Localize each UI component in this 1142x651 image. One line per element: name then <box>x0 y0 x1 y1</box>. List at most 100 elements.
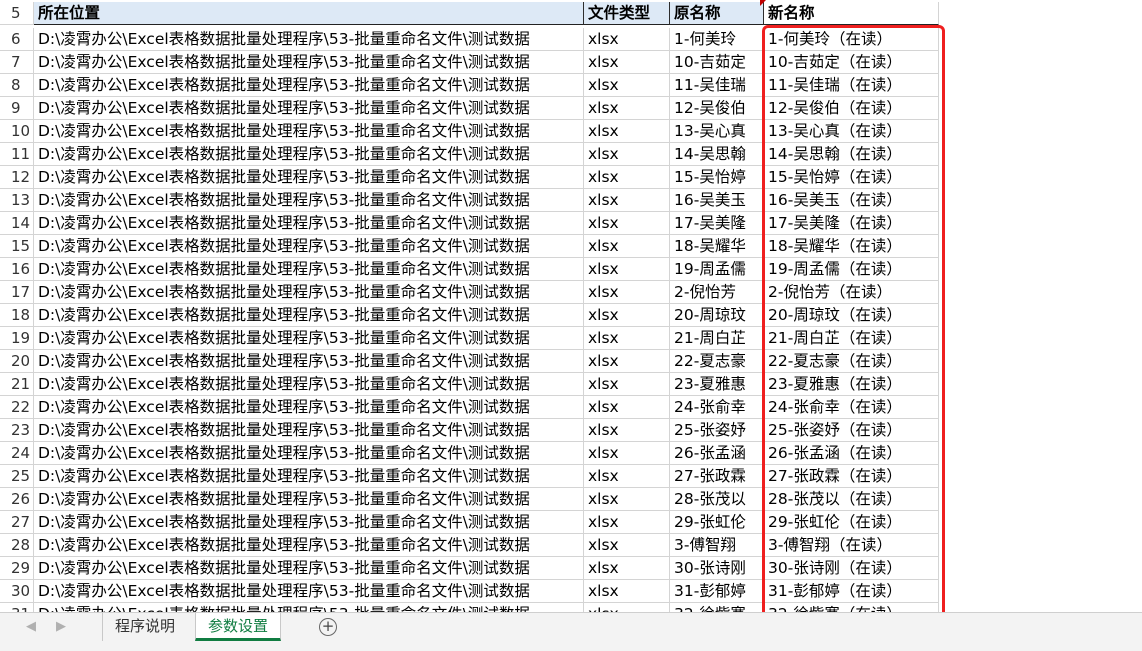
new-name-cell[interactable]: 32-徐紫寨（在读） <box>764 603 939 612</box>
new-name-cell[interactable]: 23-夏雅惠（在读） <box>764 373 939 396</box>
file-type-cell[interactable]: xlsx <box>584 143 670 166</box>
row-header[interactable]: 6 <box>0 28 34 51</box>
new-name-cell[interactable]: 1-何美玲（在读） <box>764 28 939 51</box>
original-name-cell[interactable]: 13-吴心真 <box>670 120 764 143</box>
location-cell[interactable]: D:\凌霄办公\Excel表格数据批量处理程序\53-批量重命名文件\测试数据 <box>34 74 584 97</box>
original-name-cell[interactable]: 28-张茂以 <box>670 488 764 511</box>
chevron-left-icon[interactable]: ◀ <box>26 619 36 634</box>
new-name-cell[interactable]: 10-吉茹定（在读） <box>764 51 939 74</box>
file-type-cell[interactable]: xlsx <box>584 603 670 612</box>
row-header[interactable]: 26 <box>0 488 34 511</box>
file-type-cell[interactable]: xlsx <box>584 235 670 258</box>
row-header[interactable]: 23 <box>0 419 34 442</box>
row-header[interactable]: 17 <box>0 281 34 304</box>
row-header[interactable]: 24 <box>0 442 34 465</box>
new-name-cell[interactable]: 27-张政霖（在读） <box>764 465 939 488</box>
location-cell[interactable]: D:\凌霄办公\Excel表格数据批量处理程序\53-批量重命名文件\测试数据 <box>34 511 584 534</box>
new-name-cell[interactable]: 19-周孟儒（在读） <box>764 258 939 281</box>
row-header[interactable]: 10 <box>0 120 34 143</box>
new-name-cell[interactable]: 22-夏志豪（在读） <box>764 350 939 373</box>
row-header[interactable]: 5 <box>0 2 34 25</box>
location-cell[interactable]: D:\凌霄办公\Excel表格数据批量处理程序\53-批量重命名文件\测试数据 <box>34 304 584 327</box>
original-name-cell[interactable]: 27-张政霖 <box>670 465 764 488</box>
original-name-cell[interactable]: 1-何美玲 <box>670 28 764 51</box>
file-type-cell[interactable]: xlsx <box>584 212 670 235</box>
location-cell[interactable]: D:\凌霄办公\Excel表格数据批量处理程序\53-批量重命名文件\测试数据 <box>34 465 584 488</box>
file-type-cell[interactable]: xlsx <box>584 350 670 373</box>
original-name-cell[interactable]: 14-吴思翰 <box>670 143 764 166</box>
file-type-cell[interactable]: xlsx <box>584 557 670 580</box>
new-name-cell[interactable]: 30-张诗刚（在读） <box>764 557 939 580</box>
row-header[interactable]: 13 <box>0 189 34 212</box>
new-name-cell[interactable]: 2-倪怡芳（在读） <box>764 281 939 304</box>
location-cell[interactable]: D:\凌霄办公\Excel表格数据批量处理程序\53-批量重命名文件\测试数据 <box>34 373 584 396</box>
file-type-cell[interactable]: xlsx <box>584 189 670 212</box>
original-name-cell[interactable]: 12-吴俊伯 <box>670 97 764 120</box>
row-header[interactable]: 19 <box>0 327 34 350</box>
file-type-cell[interactable]: xlsx <box>584 488 670 511</box>
new-name-cell[interactable]: 14-吴思翰（在读） <box>764 143 939 166</box>
original-name-cell[interactable]: 15-吴怡婷 <box>670 166 764 189</box>
new-name-cell[interactable]: 24-张俞幸（在读） <box>764 396 939 419</box>
tab-program-description[interactable]: 程序说明 <box>102 613 187 641</box>
file-type-cell[interactable]: xlsx <box>584 120 670 143</box>
new-name-cell[interactable]: 13-吴心真（在读） <box>764 120 939 143</box>
new-name-cell[interactable]: 18-吴耀华（在读） <box>764 235 939 258</box>
spreadsheet-grid[interactable]: 5 所在位置 文件类型 原名称 新名称 6 D:\凌霄办公\Excel表格数据批量… <box>0 0 1142 612</box>
row-header[interactable]: 8 <box>0 74 34 97</box>
row-header[interactable]: 7 <box>0 51 34 74</box>
row-header[interactable]: 16 <box>0 258 34 281</box>
file-type-cell[interactable]: xlsx <box>584 442 670 465</box>
location-cell[interactable]: D:\凌霄办公\Excel表格数据批量处理程序\53-批量重命名文件\测试数据 <box>34 281 584 304</box>
file-type-cell[interactable]: xlsx <box>584 419 670 442</box>
original-name-cell[interactable]: 3-傅智翔 <box>670 534 764 557</box>
file-type-cell[interactable]: xlsx <box>584 74 670 97</box>
location-cell[interactable]: D:\凌霄办公\Excel表格数据批量处理程序\53-批量重命名文件\测试数据 <box>34 212 584 235</box>
new-name-cell[interactable]: 29-张虹伦（在读） <box>764 511 939 534</box>
original-name-cell[interactable]: 22-夏志豪 <box>670 350 764 373</box>
original-name-cell[interactable]: 11-吴佳瑞 <box>670 74 764 97</box>
location-cell[interactable]: D:\凌霄办公\Excel表格数据批量处理程序\53-批量重命名文件\测试数据 <box>34 488 584 511</box>
file-type-cell[interactable]: xlsx <box>584 327 670 350</box>
row-header[interactable]: 30 <box>0 580 34 603</box>
original-name-cell[interactable]: 23-夏雅惠 <box>670 373 764 396</box>
location-cell[interactable]: D:\凌霄办公\Excel表格数据批量处理程序\53-批量重命名文件\测试数据 <box>34 166 584 189</box>
original-name-cell[interactable]: 18-吴耀华 <box>670 235 764 258</box>
row-header[interactable]: 25 <box>0 465 34 488</box>
location-cell[interactable]: D:\凌霄办公\Excel表格数据批量处理程序\53-批量重命名文件\测试数据 <box>34 28 584 51</box>
new-name-cell[interactable]: 3-傅智翔（在读） <box>764 534 939 557</box>
file-type-cell[interactable]: xlsx <box>584 511 670 534</box>
location-cell[interactable]: D:\凌霄办公\Excel表格数据批量处理程序\53-批量重命名文件\测试数据 <box>34 51 584 74</box>
original-name-cell[interactable]: 10-吉茹定 <box>670 51 764 74</box>
row-header[interactable]: 31 <box>0 603 34 612</box>
location-cell[interactable]: D:\凌霄办公\Excel表格数据批量处理程序\53-批量重命名文件\测试数据 <box>34 143 584 166</box>
original-name-cell[interactable]: 17-吴美隆 <box>670 212 764 235</box>
row-header[interactable]: 27 <box>0 511 34 534</box>
location-cell[interactable]: D:\凌霄办公\Excel表格数据批量处理程序\53-批量重命名文件\测试数据 <box>34 97 584 120</box>
add-sheet-icon[interactable]: + <box>319 618 337 636</box>
row-header[interactable]: 15 <box>0 235 34 258</box>
new-name-cell[interactable]: 12-吴俊伯（在读） <box>764 97 939 120</box>
new-name-cell[interactable]: 21-周白芷（在读） <box>764 327 939 350</box>
file-type-cell[interactable]: xlsx <box>584 281 670 304</box>
new-name-cell[interactable]: 16-吴美玉（在读） <box>764 189 939 212</box>
original-name-cell[interactable]: 20-周琼玟 <box>670 304 764 327</box>
new-name-cell[interactable]: 15-吴怡婷（在读） <box>764 166 939 189</box>
file-type-cell[interactable]: xlsx <box>584 465 670 488</box>
file-type-cell[interactable]: xlsx <box>584 51 670 74</box>
location-cell[interactable]: D:\凌霄办公\Excel表格数据批量处理程序\53-批量重命名文件\测试数据 <box>34 419 584 442</box>
header-new-name[interactable]: 新名称 <box>764 2 939 25</box>
header-file-type[interactable]: 文件类型 <box>584 2 670 25</box>
file-type-cell[interactable]: xlsx <box>584 580 670 603</box>
header-location[interactable]: 所在位置 <box>34 2 584 25</box>
original-name-cell[interactable]: 16-吴美玉 <box>670 189 764 212</box>
original-name-cell[interactable]: 19-周孟儒 <box>670 258 764 281</box>
row-header[interactable]: 21 <box>0 373 34 396</box>
file-type-cell[interactable]: xlsx <box>584 373 670 396</box>
location-cell[interactable]: D:\凌霄办公\Excel表格数据批量处理程序\53-批量重命名文件\测试数据 <box>34 603 584 612</box>
file-type-cell[interactable]: xlsx <box>584 258 670 281</box>
tab-parameter-settings[interactable]: 参数设置 <box>195 613 282 641</box>
file-type-cell[interactable]: xlsx <box>584 534 670 557</box>
new-name-cell[interactable]: 26-张孟涵（在读） <box>764 442 939 465</box>
original-name-cell[interactable]: 26-张孟涵 <box>670 442 764 465</box>
